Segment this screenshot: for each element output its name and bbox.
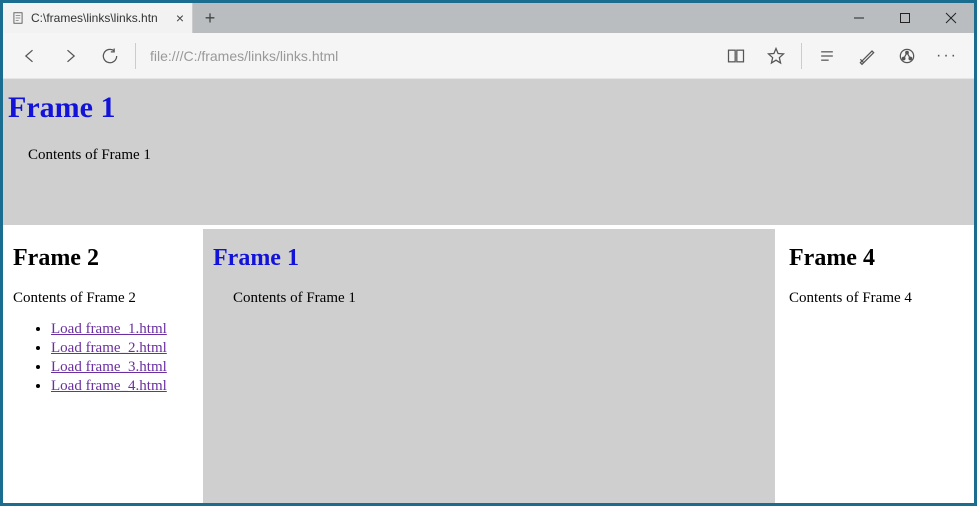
new-tab-button[interactable]: + — [193, 3, 227, 33]
tab-bar: C:\frames\links\links.htn × + — [3, 3, 974, 33]
address-bar[interactable] — [142, 44, 715, 68]
window-controls — [836, 3, 974, 33]
reading-view-icon[interactable] — [717, 37, 755, 75]
list-item: Load frame_2.html — [51, 340, 189, 357]
browser-window: C:\frames\links\links.htn × + ··· Frame … — [0, 0, 977, 506]
back-button[interactable] — [11, 37, 49, 75]
list-item: Load frame_3.html — [51, 359, 189, 376]
maximize-button[interactable] — [882, 3, 928, 33]
tab-close-icon[interactable]: × — [176, 10, 184, 26]
frame-middle: Frame 1 Contents of Frame 1 — [203, 229, 779, 503]
list-item: Load frame_4.html — [51, 378, 189, 395]
more-icon[interactable]: ··· — [928, 37, 966, 75]
frame-row: Frame 2 Contents of Frame 2 Load frame_1… — [3, 229, 974, 503]
tab-title: C:\frames\links\links.htn — [31, 11, 158, 25]
close-button[interactable] — [928, 3, 974, 33]
frame-right: Frame 4 Contents of Frame 4 — [779, 229, 974, 503]
forward-button[interactable] — [51, 37, 89, 75]
frame-left-heading: Frame 2 — [13, 245, 189, 272]
toolbar-right: ··· — [717, 37, 966, 75]
frame-top-body: Contents of Frame 1 — [28, 147, 969, 164]
separator — [135, 43, 136, 69]
separator — [801, 43, 802, 69]
frame-left-body: Contents of Frame 2 — [13, 290, 189, 307]
browser-tab[interactable]: C:\frames\links\links.htn × — [3, 3, 193, 33]
frame-top: Frame 1 Contents of Frame 1 — [3, 79, 974, 229]
notes-icon[interactable] — [848, 37, 886, 75]
share-icon[interactable] — [888, 37, 926, 75]
frame-link[interactable]: Load frame_4.html — [51, 378, 167, 394]
page-content: Frame 1 Contents of Frame 1 Frame 2 Cont… — [3, 79, 974, 503]
refresh-button[interactable] — [91, 37, 129, 75]
frame-top-heading: Frame 1 — [8, 91, 969, 125]
frame-link[interactable]: Load frame_1.html — [51, 321, 167, 337]
document-icon — [11, 11, 25, 25]
minimize-button[interactable] — [836, 3, 882, 33]
list-item: Load frame_1.html — [51, 321, 189, 338]
frame-link[interactable]: Load frame_3.html — [51, 359, 167, 375]
frame-right-heading: Frame 4 — [789, 245, 964, 272]
frame-link[interactable]: Load frame_2.html — [51, 340, 167, 356]
frame-right-body: Contents of Frame 4 — [789, 290, 964, 307]
favorite-icon[interactable] — [757, 37, 795, 75]
hub-icon[interactable] — [808, 37, 846, 75]
frame-middle-heading: Frame 1 — [213, 245, 765, 272]
frame-middle-body: Contents of Frame 1 — [233, 290, 765, 307]
frame-left-link-list: Load frame_1.html Load frame_2.html Load… — [13, 321, 189, 395]
toolbar: ··· — [3, 33, 974, 79]
frame-left: Frame 2 Contents of Frame 2 Load frame_1… — [3, 229, 203, 503]
